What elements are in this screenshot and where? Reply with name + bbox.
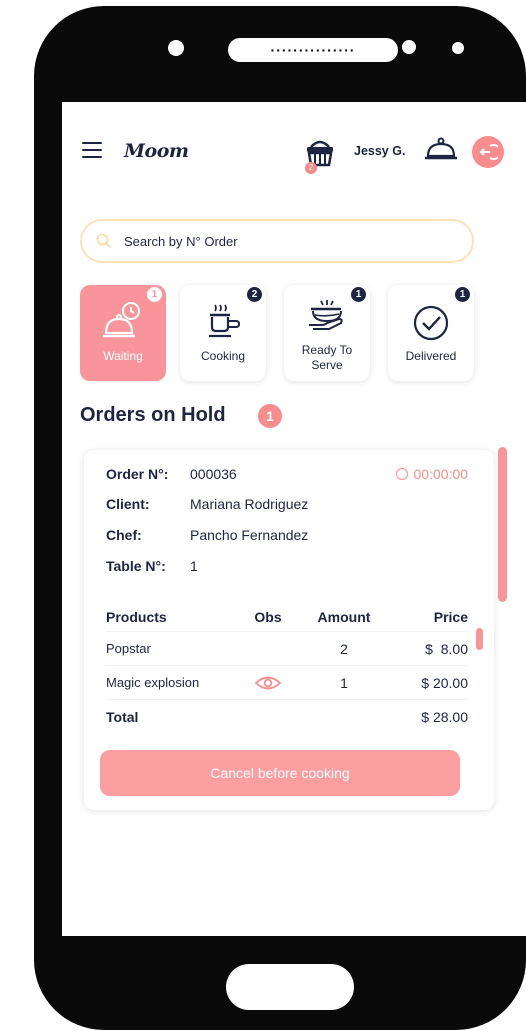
products-table: Products Obs Amount Price Popstar 2 $ 8.… [106, 602, 468, 734]
col-price: Price [433, 608, 468, 625]
cloche-clock-icon [103, 302, 140, 338]
cart-count-badge: 2 [305, 162, 317, 174]
product-price: $ 8.00 [425, 640, 468, 657]
table-row: Popstar 2 $ 8.00 [106, 632, 468, 666]
col-obs: Obs [254, 608, 282, 625]
menu-icon[interactable] [82, 142, 102, 158]
col-amount: Amount [317, 608, 371, 625]
tab-label: Waiting [103, 349, 143, 363]
sensor-dot [452, 42, 464, 54]
chef-value: Pancho Fernandez [190, 527, 309, 543]
client-row: Client: Mariana Rodriguez [106, 496, 308, 512]
card-scrollbar[interactable] [498, 447, 507, 602]
total-row: Total $ 28.00 [106, 700, 468, 734]
total-label: Total [106, 709, 139, 725]
check-circle-icon [413, 305, 449, 341]
obs-cell [240, 674, 296, 691]
order-number-label: Order N°: [106, 466, 169, 482]
logout-button[interactable] [472, 136, 504, 168]
client-label: Client: [106, 496, 150, 512]
tab-count-badge: 1 [455, 287, 470, 302]
app-screen: Moom 2 Jessy G. Search by N° Order Waiti… [62, 102, 526, 936]
table-value: 1 [190, 558, 198, 574]
camera-dot [168, 40, 184, 56]
search-icon [96, 233, 112, 249]
search-input[interactable] [124, 233, 444, 249]
tab-ready-to-serve[interactable]: Ready To Serve 1 [284, 285, 370, 381]
chef-label: Chef: [106, 527, 142, 543]
section-title: Orders on Hold [80, 404, 226, 426]
total-value: $ 28.00 [421, 709, 468, 725]
col-products: Products [106, 608, 167, 625]
tab-cooking[interactable]: Cooking 2 [180, 285, 266, 381]
sensor-dot [402, 40, 416, 54]
product-name: Popstar [106, 641, 151, 656]
sensor-dot [380, 40, 394, 54]
table-row: Magic explosion 1 $ 20.00 [106, 666, 468, 700]
tab-label: Cooking [200, 349, 246, 363]
tab-waiting[interactable]: Waiting 1 [80, 285, 166, 381]
tab-count-badge: 1 [351, 287, 366, 302]
search-bar[interactable] [80, 219, 474, 263]
tab-label: Ready To Serve [301, 343, 353, 372]
cooking-pot-icon [209, 304, 241, 338]
tab-label: Delivered [405, 349, 457, 363]
order-timer: 00:00:00 [395, 466, 469, 482]
cancel-before-cooking-button[interactable]: Cancel before cooking [100, 750, 460, 796]
app-logo: Moom [124, 140, 189, 162]
serving-hand-icon [309, 300, 343, 330]
order-number-row: Order N°: 000036 [106, 466, 237, 482]
chef-row: Chef: Pancho Fernandez [106, 527, 308, 543]
clock-icon [395, 468, 408, 480]
table-row: Table N°: 1 [106, 558, 198, 574]
order-card: Order N°: 000036 00:00:00 Client: Marian… [84, 450, 494, 810]
user-name: Jessy G. [354, 144, 406, 158]
product-amount: 1 [340, 674, 348, 691]
section-count-badge: 1 [258, 404, 282, 428]
product-price: $ 20.00 [421, 674, 468, 691]
speaker-grill: ··············· [228, 38, 398, 62]
home-button[interactable] [226, 964, 354, 1010]
products-header-row: Products Obs Amount Price [106, 602, 468, 632]
table-label: Table N°: [106, 558, 166, 574]
product-name: Magic explosion [106, 675, 200, 690]
client-value: Mariana Rodriguez [190, 496, 309, 512]
eye-icon[interactable] [254, 675, 282, 691]
tab-count-badge: 1 [147, 287, 162, 302]
cloche-icon [425, 137, 457, 160]
order-number-value: 000036 [190, 466, 237, 482]
logout-icon [479, 144, 498, 160]
tab-delivered[interactable]: Delivered 1 [388, 285, 474, 381]
timer-value: 00:00:00 [413, 466, 469, 482]
tab-count-badge: 2 [247, 287, 262, 302]
product-amount: 2 [340, 640, 348, 657]
products-scrollbar[interactable] [476, 628, 483, 650]
